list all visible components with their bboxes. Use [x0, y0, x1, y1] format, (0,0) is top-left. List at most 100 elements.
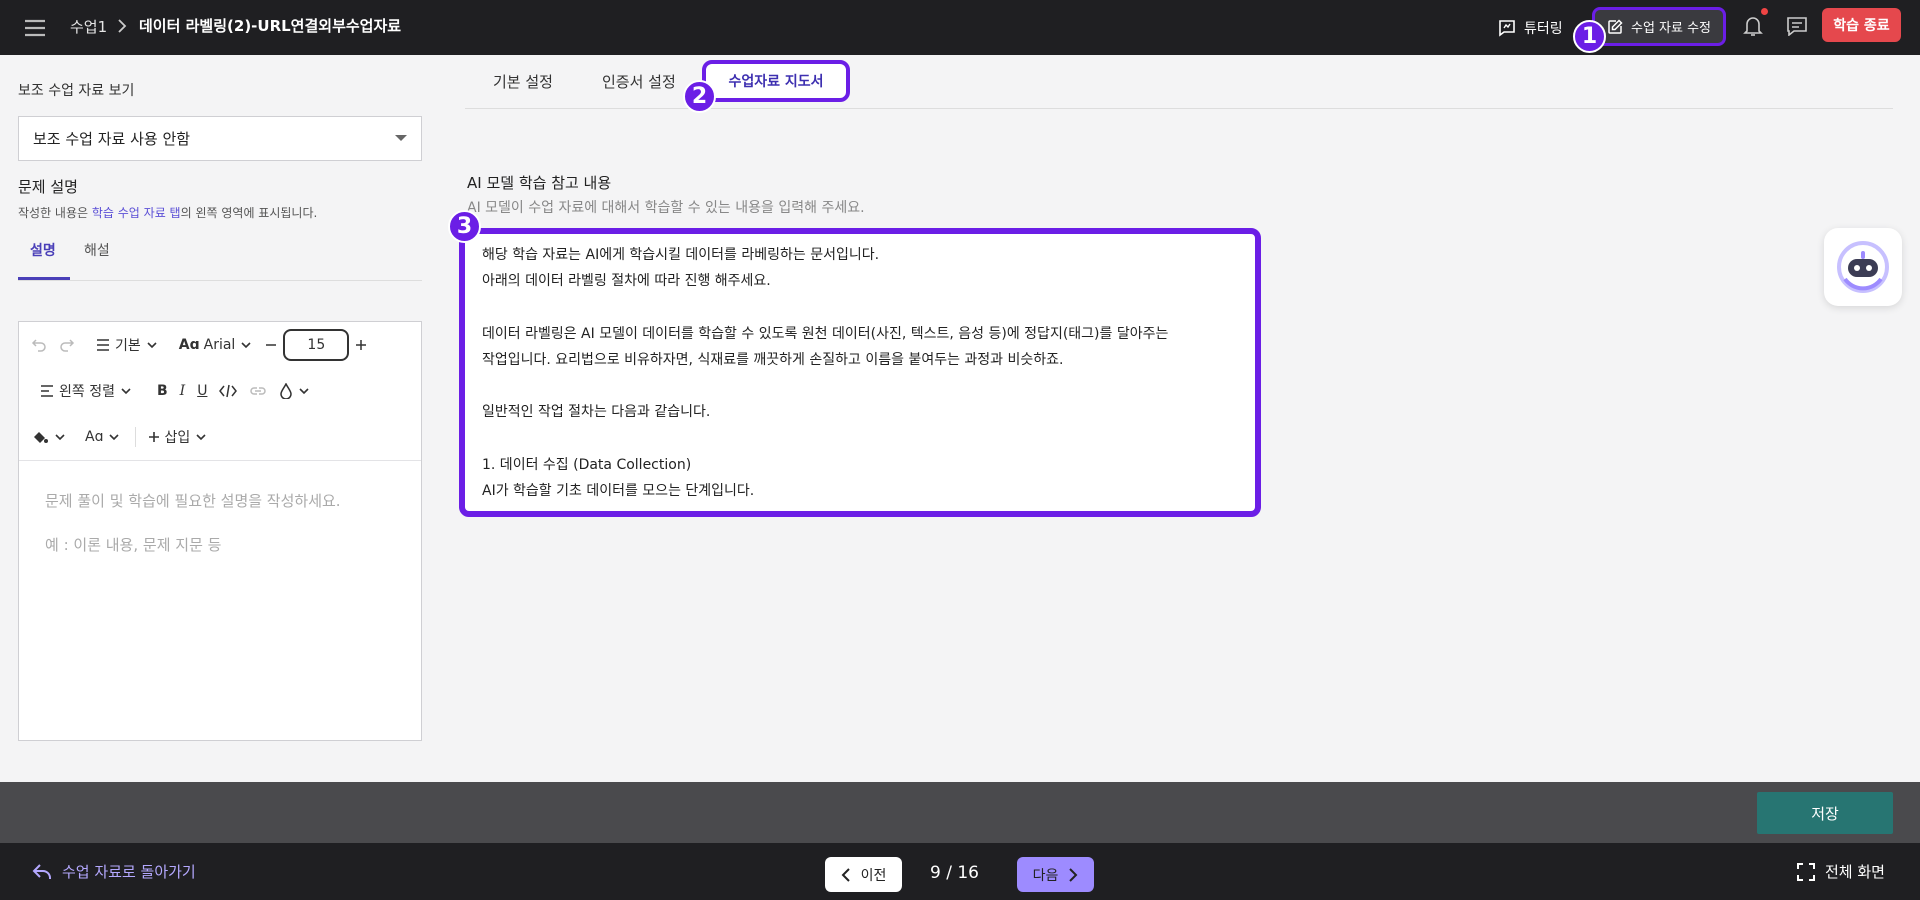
- ai-content-line: AI가 학습할 기초 데이터를 모으는 단계입니다.: [482, 482, 755, 499]
- toolbar-row-1: 기본 Aɑ Arial 15: [19, 322, 423, 368]
- rich-text-editor: 기본 Aɑ Arial 15 왼쪽 정렬 B I U Aɑ 삽입 문제 풀이 및…: [18, 321, 422, 741]
- edit-material-button[interactable]: 수업 자료 수정: [1592, 7, 1726, 46]
- editor-placeholder-line-1: 문제 풀이 및 학습에 필요한 설명을 작성하세요.: [45, 492, 341, 510]
- problem-description-hint: 작성한 내용은 학습 수업 자료 탭의 왼쪽 영역에 표시됩니다.: [18, 204, 317, 221]
- chevron-down-icon: [194, 430, 208, 444]
- learning-material-tab-link[interactable]: 학습 수업 자료 탭: [92, 206, 181, 220]
- toolbar-row-3: Aɑ 삽입: [19, 414, 423, 460]
- redo-icon[interactable]: [53, 337, 81, 353]
- hint-text-pre: 작성한 내용은: [18, 206, 92, 220]
- chevron-down-icon: [107, 430, 121, 444]
- fullscreen-button[interactable]: 전체 화면: [1797, 861, 1885, 882]
- align-label: 왼쪽 정렬: [59, 384, 115, 400]
- italic-icon[interactable]: I: [174, 383, 192, 399]
- chevron-right-icon: [116, 16, 128, 36]
- paragraph-style-dropdown[interactable]: 기본: [89, 335, 165, 355]
- step-badge-1: 1: [1573, 20, 1606, 53]
- decrease-font-size-icon[interactable]: [259, 339, 283, 351]
- tab-material-guide[interactable]: 수업자료 지도서: [702, 60, 850, 102]
- ai-reference-textarea[interactable]: 해당 학습 자료는 AI에게 학습시킬 데이터를 라베링하는 문서입니다. 아래…: [459, 228, 1261, 517]
- chevron-down-icon: [53, 430, 67, 444]
- chevron-down-icon: [145, 338, 159, 352]
- ai-assistant-bot-icon[interactable]: [1824, 228, 1902, 306]
- tab-description[interactable]: 설명: [30, 240, 56, 260]
- droplet-icon: [279, 383, 293, 399]
- previous-label: 이전: [860, 867, 887, 884]
- align-left-icon: [39, 384, 55, 398]
- ai-content-line: 1. 데이터 수집 (Data Collection): [482, 456, 692, 473]
- underline-icon[interactable]: U: [191, 383, 213, 399]
- fullscreen-icon: [1797, 862, 1815, 881]
- step-badge-2: 2: [683, 80, 716, 113]
- ai-content-line: 작업입니다. 요리법으로 비유하자면, 식재료를 깨끗하게 손질하고 이름을 붙…: [482, 351, 1064, 368]
- hint-text-post: 의 왼쪽 영역에 표시됩니다.: [180, 206, 318, 220]
- font-family-dropdown[interactable]: Aɑ Arial: [173, 337, 260, 353]
- bell-icon[interactable]: [1738, 11, 1768, 41]
- explanation-tabs: 설명 해설: [18, 226, 422, 281]
- bold-icon[interactable]: B: [151, 383, 174, 399]
- step-badge-3: 3: [448, 210, 481, 243]
- aux-material-select-value: 보조 수업 자료 사용 안함: [33, 130, 191, 148]
- aux-material-title: 보조 수업 자료 보기: [18, 83, 135, 99]
- text-color-dropdown[interactable]: [273, 383, 317, 399]
- previous-button[interactable]: 이전: [825, 857, 902, 892]
- tab-basic-settings[interactable]: 기본 설정: [493, 71, 553, 92]
- ai-content-line: [482, 375, 1255, 401]
- problem-description-title: 문제 설명: [18, 178, 78, 196]
- settings-tabs: 기본 설정 인증서 설정 수업자료 지도서: [465, 55, 1893, 109]
- tab-certificate-settings[interactable]: 인증서 설정: [602, 71, 676, 92]
- tab-solution[interactable]: 해설: [84, 240, 110, 260]
- ai-reference-title: AI 모델 학습 참고 내용: [467, 174, 612, 192]
- chevron-left-icon: [841, 867, 851, 883]
- ai-content-line: [482, 427, 1255, 453]
- code-icon[interactable]: [213, 384, 243, 398]
- ai-content-line: 해당 학습 자료는 AI에게 학습시킬 데이터를 라베링하는 문서입니다.: [482, 247, 880, 263]
- editor-content-area[interactable]: 문제 풀이 및 학습에 필요한 설명을 작성하세요. 예 : 이론 내용, 문제…: [19, 460, 421, 740]
- chat-icon[interactable]: [1782, 11, 1812, 41]
- back-to-material-link[interactable]: 수업 자료로 돌아가기: [32, 861, 196, 882]
- font-icon: Aɑ: [178, 337, 200, 353]
- chevron-right-icon: [1068, 867, 1078, 883]
- increase-font-size-icon[interactable]: [349, 339, 373, 351]
- ai-content-line: 일반적인 작업 절차는 다음과 같습니다.: [482, 404, 711, 421]
- editor-placeholder-line-2: 예 : 이론 내용, 문제 지문 등: [45, 536, 222, 554]
- align-dropdown[interactable]: 왼쪽 정렬: [19, 381, 139, 401]
- hamburger-menu-icon[interactable]: [20, 13, 50, 43]
- end-learning-button[interactable]: 학습 종료: [1822, 8, 1901, 42]
- font-family-label: Arial: [203, 337, 236, 353]
- edit-icon: [1607, 18, 1623, 35]
- ai-reference-description: AI 모델이 수업 자료에 대해서 학습할 수 있는 내용을 입력해 주세요.: [467, 200, 865, 216]
- notification-dot: [1761, 8, 1768, 15]
- next-label: 다음: [1032, 867, 1059, 884]
- undo-icon[interactable]: [19, 337, 53, 353]
- ai-content-line: [482, 296, 1255, 322]
- font-size-input[interactable]: 15: [283, 329, 350, 361]
- edit-material-label: 수업 자료 수정: [1630, 21, 1712, 36]
- tutoring-button[interactable]: 튜터링: [1498, 12, 1563, 44]
- paragraph-icon: [95, 338, 111, 352]
- dropdown-caret-icon: [395, 135, 407, 141]
- breadcrumb-material-title: 데이터 라벨링(2)-URL연결외부수업자료: [139, 17, 402, 35]
- fullscreen-label: 전체 화면: [1825, 863, 1885, 881]
- page-indicator: 9 / 16: [930, 863, 979, 883]
- plus-icon: [148, 431, 160, 443]
- text-case-dropdown[interactable]: Aɑ: [79, 429, 127, 445]
- chevron-down-icon: [297, 384, 311, 398]
- chevron-down-icon: [239, 338, 253, 352]
- feedback-icon: [1498, 19, 1516, 37]
- insert-dropdown[interactable]: 삽입: [135, 427, 214, 447]
- next-button[interactable]: 다음: [1017, 857, 1094, 892]
- toolbar-row-2: 왼쪽 정렬 B I U: [19, 368, 423, 414]
- save-bar: 저장: [0, 782, 1920, 843]
- breadcrumb-course[interactable]: 수업1: [70, 16, 107, 37]
- link-icon[interactable]: [243, 384, 273, 398]
- chevron-down-icon: [119, 384, 133, 398]
- save-button[interactable]: 저장: [1757, 792, 1893, 834]
- aux-material-select[interactable]: 보조 수업 자료 사용 안함: [18, 116, 422, 161]
- background-color-dropdown[interactable]: [19, 429, 73, 445]
- reply-arrow-icon: [32, 863, 52, 881]
- tutoring-label: 튜터링: [1524, 21, 1563, 37]
- back-to-material-label: 수업 자료로 돌아가기: [62, 863, 196, 881]
- bottom-navigation-bar: 수업 자료로 돌아가기 이전 9 / 16 다음 전체 화면: [0, 843, 1920, 900]
- top-bar: 수업1 데이터 라벨링(2)-URL연결외부수업자료 튜터링 수업 자료 수정 …: [0, 0, 1920, 55]
